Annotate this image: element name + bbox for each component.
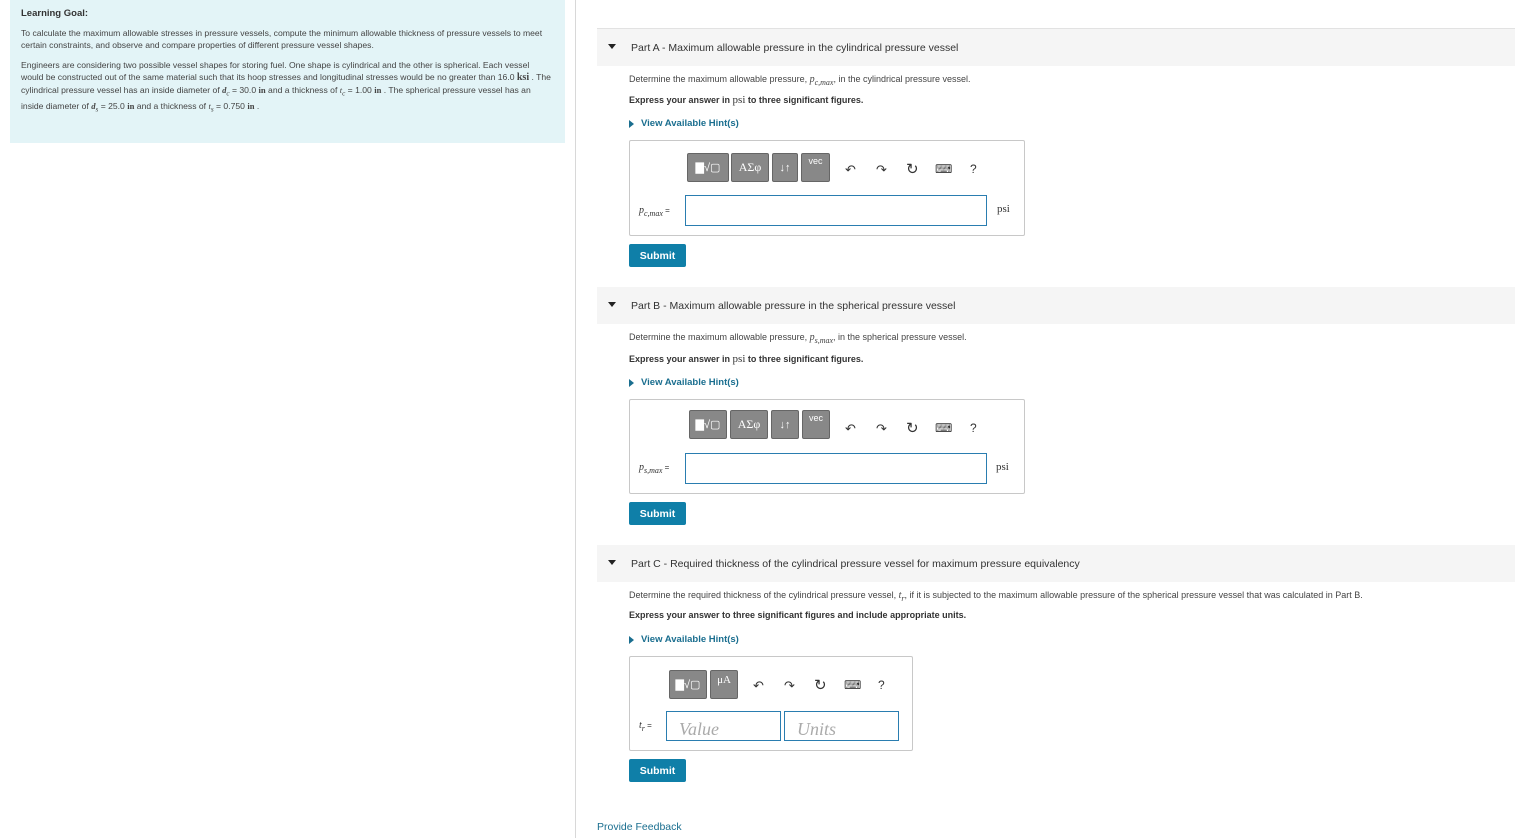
expand-arrow-icon — [629, 635, 634, 644]
part-b-header[interactable]: Part B - Maximum allowable pressure in t… — [597, 287, 1515, 324]
reset-icon[interactable]: ↻ — [814, 678, 827, 693]
unit-label: psi — [996, 461, 1009, 473]
part-b-hint-link[interactable]: View Available Hint(s) — [629, 377, 739, 388]
templates-button[interactable]: ▇√▢ — [687, 153, 729, 182]
pc-max-input[interactable] — [685, 195, 987, 226]
part-c-instructions: Express your answer to three significant… — [629, 610, 967, 620]
collapse-triangle-icon[interactable] — [608, 560, 616, 565]
greek-symbols-button[interactable]: ΑΣφ — [731, 153, 769, 182]
undo-icon[interactable]: ↶ — [753, 679, 764, 692]
ps-max-input[interactable] — [685, 453, 987, 484]
answer-label: tr = — [639, 720, 652, 733]
help-icon[interactable]: ? — [970, 422, 977, 435]
keyboard-icon[interactable]: ⌨ — [935, 163, 952, 176]
units-placeholder: Units — [797, 719, 837, 739]
learning-goal-heading: Learning Goal: — [21, 8, 89, 19]
part-a-title: Part A - Maximum allowable pressure in t… — [631, 41, 959, 54]
value-placeholder: Value — [679, 719, 719, 739]
sub-superscript-button[interactable]: ↓↑ — [771, 410, 799, 439]
part-a-hint-link[interactable]: View Available Hint(s) — [629, 118, 739, 129]
vector-button[interactable]: vec — [802, 410, 830, 439]
redo-icon[interactable]: ↷ — [876, 422, 887, 435]
part-a-instructions: Express your answer in psi to three sign… — [629, 94, 864, 106]
part-a-submit-button[interactable]: Submit — [629, 244, 686, 267]
part-c-question: Determine the required thickness of the … — [629, 590, 1363, 603]
greek-symbols-button[interactable]: ΑΣφ — [730, 410, 768, 439]
provide-feedback-link[interactable]: Provide Feedback — [597, 821, 682, 833]
collapse-triangle-icon[interactable] — [608, 302, 616, 307]
expand-arrow-icon — [629, 378, 634, 387]
part-a-answer-box: ▇√▢ ΑΣφ ↓↑ vec ↶ ↷ ↻ ⌨ ? pc,max = psi — [629, 140, 1025, 236]
templates-button[interactable]: ▇√▢ — [689, 410, 727, 439]
part-b-question: Determine the maximum allowable pressure… — [629, 332, 967, 345]
part-c-submit-button[interactable]: Submit — [629, 759, 686, 782]
keyboard-icon[interactable]: ⌨ — [935, 422, 952, 435]
undo-icon[interactable]: ↶ — [845, 163, 856, 176]
part-c-answer-box: ▇√▢ μA ↶ ↷ ↻ ⌨ ? tr = Value Units — [629, 656, 913, 751]
answer-label: ps,max = — [639, 462, 670, 475]
reset-icon[interactable]: ↻ — [906, 162, 919, 177]
problem-statement: Engineers are considering two possible v… — [21, 59, 551, 114]
collapse-triangle-icon[interactable] — [608, 44, 616, 49]
part-c-header[interactable]: Part C - Required thickness of the cylin… — [597, 545, 1515, 582]
help-icon[interactable]: ? — [878, 679, 885, 692]
reset-icon[interactable]: ↻ — [906, 421, 919, 436]
part-a-question: Determine the maximum allowable pressure… — [629, 74, 971, 87]
units-input[interactable]: Units — [784, 711, 899, 741]
part-a-header[interactable]: Part A - Maximum allowable pressure in t… — [597, 29, 1515, 66]
keyboard-icon[interactable]: ⌨ — [844, 679, 861, 692]
redo-icon[interactable]: ↷ — [876, 163, 887, 176]
part-b-answer-box: ▇√▢ ΑΣφ ↓↑ vec ↶ ↷ ↻ ⌨ ? ps,max = psi — [629, 399, 1025, 494]
templates-button[interactable]: ▇√▢ — [669, 670, 707, 699]
part-c-hint-link[interactable]: View Available Hint(s) — [629, 634, 739, 645]
column-divider — [575, 0, 576, 838]
learning-goal-panel: Learning Goal: To calculate the maximum … — [10, 0, 565, 143]
sub-superscript-button[interactable]: ↓↑ — [772, 153, 798, 182]
answer-label: pc,max = — [639, 205, 670, 218]
undo-icon[interactable]: ↶ — [845, 422, 856, 435]
part-c-title: Part C - Required thickness of the cylin… — [631, 557, 1080, 570]
part-b-submit-button[interactable]: Submit — [629, 502, 686, 525]
learning-goal-text: To calculate the maximum allowable stres… — [21, 28, 543, 51]
unit-label: psi — [997, 203, 1010, 215]
redo-icon[interactable]: ↷ — [784, 679, 795, 692]
value-input[interactable]: Value — [666, 711, 781, 741]
vector-button[interactable]: vec — [801, 153, 830, 182]
units-button[interactable]: μA — [710, 670, 738, 699]
part-b-title: Part B - Maximum allowable pressure in t… — [631, 299, 956, 312]
expand-arrow-icon — [629, 119, 634, 128]
help-icon[interactable]: ? — [970, 163, 977, 176]
part-b-instructions: Express your answer in psi to three sign… — [629, 353, 864, 365]
